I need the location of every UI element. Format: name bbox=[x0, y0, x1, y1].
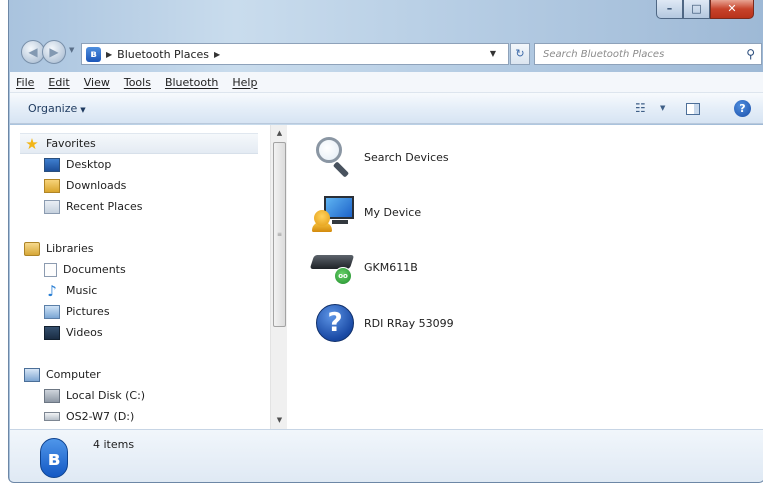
desktop-icon bbox=[44, 157, 60, 172]
menu-file[interactable]: File bbox=[16, 76, 34, 89]
file-pane: Search Devices My Device oo GKM611B ? RD… bbox=[288, 125, 763, 429]
search-icon[interactable]: ⚲ bbox=[746, 47, 755, 61]
navigation-pane: ★ Favorites Desktop Downloads Recent Pla… bbox=[10, 125, 268, 429]
close-button[interactable]: ✕ bbox=[710, 0, 754, 19]
nav-label: Music bbox=[66, 284, 98, 297]
nav-item-music[interactable]: ♪ Music bbox=[10, 280, 268, 301]
breadcrumb-bluetooth-places[interactable]: Bluetooth Places bbox=[117, 48, 209, 61]
breadcrumb-arrow-icon[interactable]: ▶ bbox=[106, 50, 112, 59]
forward-button[interactable]: ▶ bbox=[42, 40, 66, 64]
scroll-thumb[interactable]: ≡ bbox=[273, 142, 286, 327]
scroll-up-arrow-icon[interactable]: ▲ bbox=[271, 125, 288, 142]
preview-pane-icon[interactable] bbox=[686, 103, 700, 115]
pictures-icon bbox=[44, 304, 60, 319]
device-label: Search Devices bbox=[364, 150, 449, 164]
nav-item-desktop[interactable]: Desktop bbox=[10, 154, 268, 175]
caption-buttons: – □ ✕ bbox=[656, 0, 754, 19]
libraries-icon bbox=[24, 241, 40, 256]
nav-libraries[interactable]: Libraries bbox=[10, 238, 268, 259]
device-label: GKM611B bbox=[364, 260, 418, 274]
bluetooth-icon: ʙ bbox=[86, 46, 101, 62]
nav-label: Videos bbox=[66, 326, 103, 339]
menu-bluetooth[interactable]: Bluetooth bbox=[165, 76, 218, 89]
command-bar: Organize ▼ ☷ ▼ ? bbox=[10, 93, 763, 124]
address-bar[interactable]: ʙ ▶ Bluetooth Places ▶ ▼ bbox=[81, 43, 509, 65]
nav-item-documents[interactable]: Documents bbox=[10, 259, 268, 280]
help-icon[interactable]: ? bbox=[734, 100, 751, 117]
hard-disk-icon bbox=[44, 388, 60, 403]
view-options-dropdown-icon[interactable]: ▼ bbox=[660, 104, 665, 112]
computer-icon bbox=[24, 367, 40, 382]
nav-label: Documents bbox=[63, 263, 126, 276]
content-area: ★ Favorites Desktop Downloads Recent Pla… bbox=[10, 125, 763, 429]
recent-places-icon bbox=[44, 199, 60, 214]
nav-label: Libraries bbox=[46, 242, 94, 255]
device-rdi-rray[interactable]: ? RDI RRay 53099 bbox=[312, 299, 454, 347]
device-my-device[interactable]: My Device bbox=[312, 188, 421, 236]
nav-item-downloads[interactable]: Downloads bbox=[10, 175, 268, 196]
nav-label: OS2-W7 (D:) bbox=[66, 410, 135, 423]
search-input[interactable] bbox=[543, 48, 733, 60]
star-icon: ★ bbox=[25, 134, 39, 153]
nav-label: Favorites bbox=[46, 137, 96, 150]
nav-label: Recent Places bbox=[66, 200, 143, 213]
search-box[interactable]: ⚲ bbox=[534, 43, 762, 65]
chevron-down-icon: ▼ bbox=[80, 106, 86, 114]
address-row: ◀ ▶ ▼ ʙ ▶ Bluetooth Places ▶ ▼ ↻ ⚲ bbox=[9, 38, 763, 66]
unknown-device-icon: ? bbox=[312, 301, 356, 345]
refresh-button[interactable]: ↻ bbox=[510, 43, 530, 65]
drive-icon bbox=[44, 412, 60, 421]
nav-label: Downloads bbox=[66, 179, 127, 192]
nav-item-os2-w7[interactable]: OS2-W7 (D:) bbox=[10, 406, 268, 427]
explorer-window: – □ ✕ ◀ ▶ ▼ ʙ ▶ Bluetooth Places ▶ ▼ ↻ ⚲… bbox=[8, 0, 763, 483]
music-note-icon: ♪ bbox=[47, 281, 57, 300]
documents-icon bbox=[44, 262, 57, 277]
nav-tree: ★ Favorites Desktop Downloads Recent Pla… bbox=[10, 133, 268, 427]
menu-edit[interactable]: Edit bbox=[48, 76, 69, 89]
maximize-button[interactable]: □ bbox=[683, 0, 710, 19]
menu-help[interactable]: Help bbox=[232, 76, 257, 89]
nav-item-pictures[interactable]: Pictures bbox=[10, 301, 268, 322]
magnifier-icon bbox=[312, 135, 356, 179]
details-pane: ʙ 4 items bbox=[10, 429, 763, 482]
change-view-icon[interactable]: ☷ bbox=[635, 101, 646, 115]
grip-icon: ≡ bbox=[277, 231, 283, 238]
minimize-button[interactable]: – bbox=[656, 0, 683, 19]
nav-item-recent-places[interactable]: Recent Places bbox=[10, 196, 268, 217]
menu-view[interactable]: View bbox=[84, 76, 110, 89]
item-count: 4 items bbox=[93, 438, 135, 451]
organize-button[interactable]: Organize ▼ bbox=[28, 102, 86, 115]
menu-tools[interactable]: Tools bbox=[124, 76, 151, 89]
computer-user-icon bbox=[312, 190, 356, 234]
title-bar[interactable]: – □ ✕ bbox=[9, 0, 763, 28]
nav-label: Computer bbox=[46, 368, 101, 381]
downloads-folder-icon bbox=[44, 178, 60, 193]
address-dropdown-icon[interactable]: ▼ bbox=[490, 49, 496, 58]
nav-scrollbar[interactable]: ▲ ≡ ▼ bbox=[270, 125, 287, 429]
organize-label: Organize bbox=[28, 102, 78, 115]
device-search-devices[interactable]: Search Devices bbox=[312, 133, 449, 181]
videos-icon bbox=[44, 325, 60, 340]
scroll-down-arrow-icon[interactable]: ▼ bbox=[271, 412, 288, 429]
bluetooth-icon: ʙ bbox=[40, 438, 68, 478]
device-label: My Device bbox=[364, 205, 422, 219]
nav-label: Desktop bbox=[66, 158, 112, 171]
breadcrumb-arrow-icon[interactable]: ▶ bbox=[214, 50, 220, 59]
nav-label: Local Disk (C:) bbox=[66, 389, 146, 402]
nav-label: Pictures bbox=[66, 305, 110, 318]
nav-computer[interactable]: Computer bbox=[10, 364, 268, 385]
device-gkm611b[interactable]: oo GKM611B bbox=[309, 243, 418, 291]
menu-bar: File Edit View Tools Bluetooth Help bbox=[10, 72, 763, 93]
nav-item-local-disk[interactable]: Local Disk (C:) bbox=[10, 385, 268, 406]
nav-favorites[interactable]: ★ Favorites bbox=[20, 133, 258, 154]
keyboard-device-icon: oo bbox=[309, 245, 356, 289]
device-label: RDI RRay 53099 bbox=[364, 316, 454, 330]
recent-pages-dropdown[interactable]: ▼ bbox=[69, 46, 74, 54]
nav-item-videos[interactable]: Videos bbox=[10, 322, 268, 343]
